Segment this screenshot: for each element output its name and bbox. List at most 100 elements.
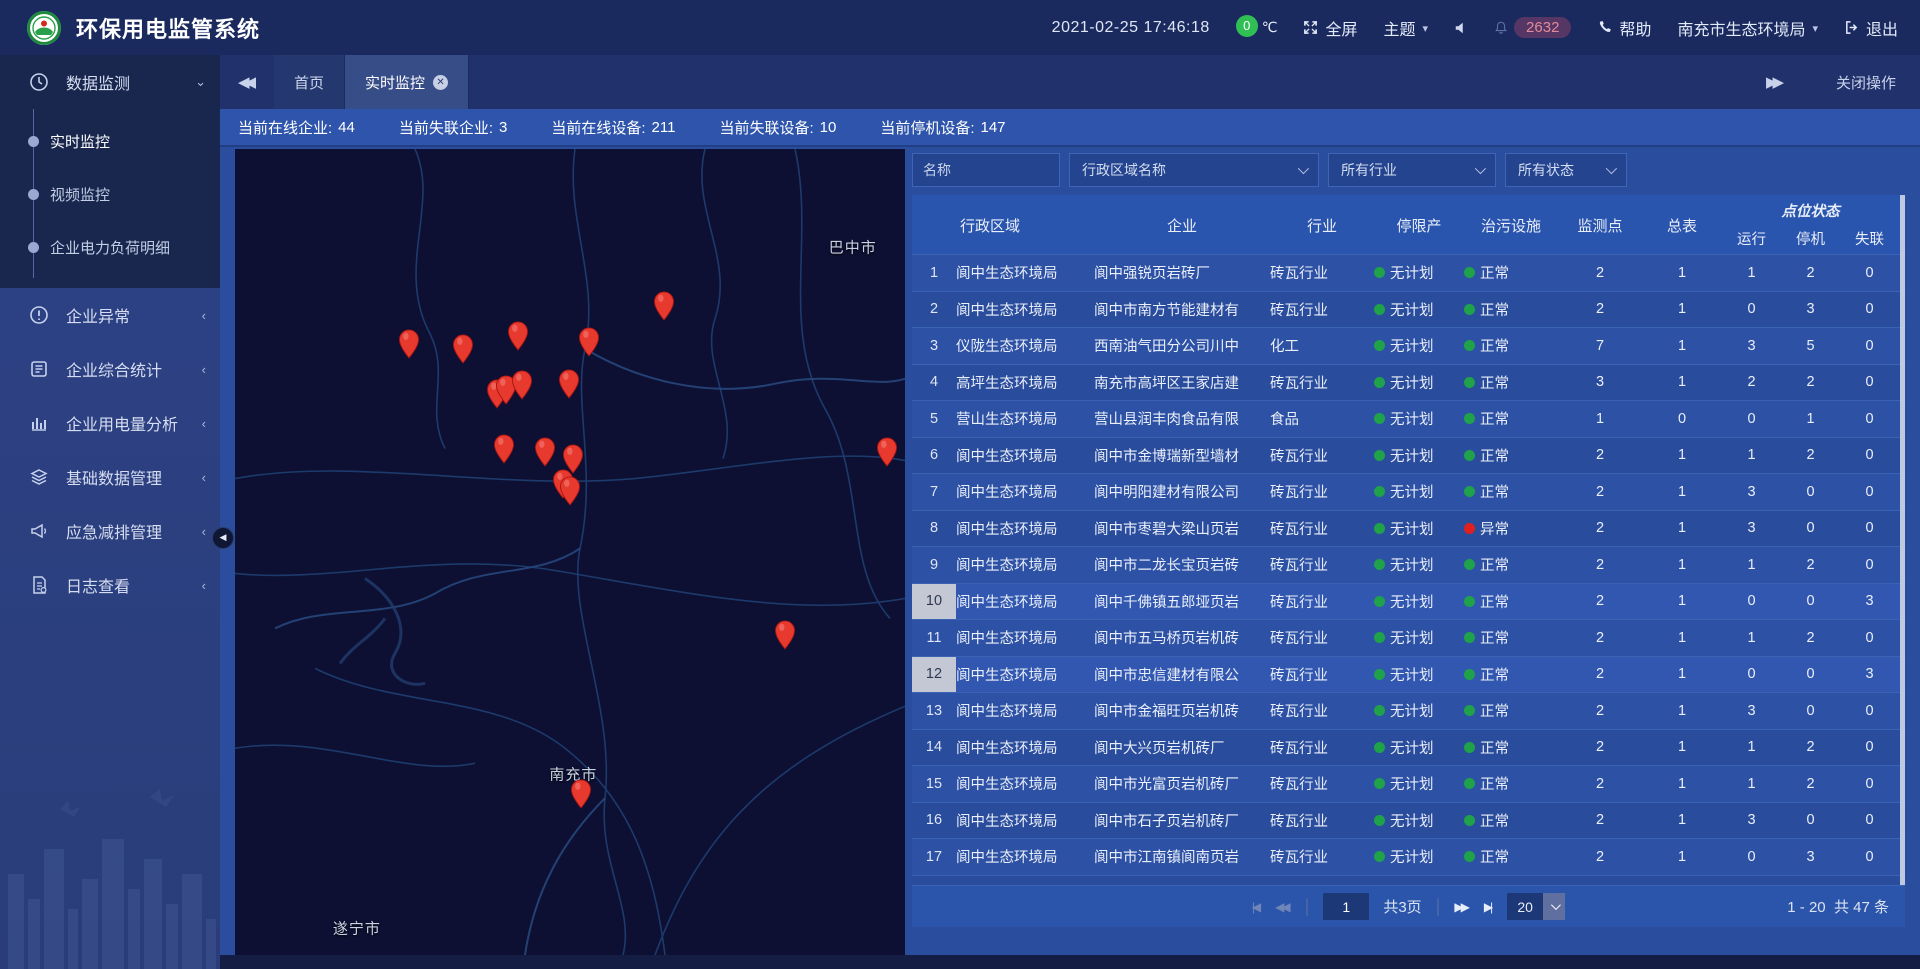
map-pin[interactable]: [570, 779, 592, 809]
map-pin[interactable]: [452, 334, 474, 364]
sidebar-item-power-analysis[interactable]: 企业用电量分析 ‹: [0, 396, 220, 450]
table-row[interactable]: 6阆中生态环境局阆中市金博瑞新型墙材砖瓦行业无计划正常21120: [912, 438, 1905, 475]
table-row[interactable]: 7阆中生态环境局阆中明阳建材有限公司砖瓦行业无计划正常21300: [912, 474, 1905, 511]
table-row[interactable]: 18南部生态环境局南部县磷化工有限公建材加工无计划正常60060: [912, 876, 1905, 886]
cell-industry: 砖瓦行业: [1270, 474, 1374, 510]
sidebar-collapse-button[interactable]: ◀: [212, 527, 234, 549]
region-filter-select[interactable]: 行政区域名称: [1069, 153, 1319, 187]
cell-treatment-status: 正常: [1464, 803, 1558, 839]
cell-stopped: 2: [1781, 438, 1840, 474]
map-pin[interactable]: [559, 476, 581, 506]
map-pin[interactable]: [876, 437, 898, 467]
row-number: 16: [912, 803, 956, 839]
table-row[interactable]: 5营山生态环境局营山县润丰肉食品有限食品无计划正常10010: [912, 401, 1905, 438]
page-size-select[interactable]: 20: [1507, 893, 1565, 920]
table-row[interactable]: 14阆中生态环境局阆中大兴页岩机砖厂砖瓦行业无计划正常21120: [912, 730, 1905, 767]
content: ◀◀ 首页 实时监控 ✕ ▶▶ 关闭操作 当前在线企业:44当前失联企业:3当前…: [220, 55, 1920, 969]
table-row[interactable]: 2阆中生态环境局阆中市南方节能建材有砖瓦行业无计划正常21030: [912, 292, 1905, 329]
table-row[interactable]: 8阆中生态环境局阆中市枣碧大梁山页岩砖瓦行业无计划异常21300: [912, 511, 1905, 548]
table-row[interactable]: 9阆中生态环境局阆中市二龙长宝页岩砖砖瓦行业无计划正常21120: [912, 547, 1905, 584]
next-page-button[interactable]: ▶▶: [1454, 900, 1469, 914]
table-row[interactable]: 15阆中生态环境局阆中市光富页岩机砖厂砖瓦行业无计划正常21120: [912, 766, 1905, 803]
tab-home[interactable]: 首页: [274, 55, 345, 109]
table-row[interactable]: 4高坪生态环境局南充市高坪区王家店建砖瓦行业无计划正常31220: [912, 365, 1905, 402]
cell-stopped: 0: [1781, 803, 1840, 839]
cell-run: 1: [1722, 620, 1781, 656]
map-pin[interactable]: [398, 329, 420, 359]
map-pin[interactable]: [511, 370, 533, 400]
industry-filter-select[interactable]: 所有行业: [1328, 153, 1496, 187]
name-filter-input[interactable]: [923, 162, 1049, 178]
status-filter-select[interactable]: 所有状态: [1505, 153, 1627, 187]
page-number-input[interactable]: 1: [1323, 893, 1369, 920]
map-pin[interactable]: [493, 434, 515, 464]
close-tab-icon[interactable]: ✕: [433, 75, 448, 90]
org-dropdown[interactable]: 南充市生态环境局▾: [1677, 16, 1818, 40]
map-pin[interactable]: [507, 321, 529, 351]
map-pin[interactable]: [534, 437, 556, 467]
sidebar-item-realtime-monitoring[interactable]: 实时监控: [0, 115, 220, 168]
cell-stop-status: 无计划: [1374, 255, 1464, 291]
help-button[interactable]: 帮助: [1597, 16, 1651, 40]
tabs-scroll-right-button[interactable]: ▶▶: [1748, 73, 1802, 91]
mute-button[interactable]: [1454, 21, 1468, 35]
table-row[interactable]: 3仪陇生态环境局西南油气田分公司川中化工无计划正常71350: [912, 328, 1905, 365]
map-pin[interactable]: [653, 291, 675, 321]
cell-industry: 砖瓦行业: [1270, 255, 1374, 291]
layers-icon: [28, 466, 50, 488]
notifications[interactable]: 2632: [1494, 17, 1571, 38]
sidebar-item-emergency-reduction[interactable]: 应急减排管理 ‹: [0, 504, 220, 558]
theme-dropdown[interactable]: 主题▾: [1384, 16, 1429, 40]
tabs-scroll-left-button[interactable]: ◀◀: [220, 55, 274, 109]
cell-meters: 1: [1642, 474, 1722, 510]
brand: 环保用电监管系统: [0, 10, 560, 46]
cell-meters: 1: [1642, 693, 1722, 729]
table-row[interactable]: 16阆中生态环境局阆中市石子页岩机砖厂砖瓦行业无计划正常21300: [912, 803, 1905, 840]
cell-run: 2: [1722, 365, 1781, 401]
tab-realtime-monitoring[interactable]: 实时监控 ✕: [345, 55, 469, 109]
table-row[interactable]: 17阆中生态环境局阆中市江南镇阆南页岩砖瓦行业无计划正常21030: [912, 839, 1905, 876]
cell-stop-status: 无计划: [1374, 657, 1464, 693]
table-row[interactable]: 12阆中生态环境局阆中市忠信建材有限公砖瓦行业无计划正常21003: [912, 657, 1905, 694]
cell-industry: 砖瓦行业: [1270, 693, 1374, 729]
table-scrollbar[interactable]: [1900, 195, 1905, 885]
map-pin[interactable]: [558, 369, 580, 399]
sidebar-item-power-load-detail[interactable]: 企业电力负荷明细: [0, 221, 220, 274]
map-pin[interactable]: [774, 620, 796, 650]
last-page-button[interactable]: ▶|: [1484, 900, 1493, 914]
logout-button[interactable]: 退出: [1844, 16, 1898, 40]
cell-lost: 0: [1840, 401, 1899, 437]
sidebar-item-enterprise-statistics[interactable]: 企业综合统计 ‹: [0, 342, 220, 396]
table-row[interactable]: 13阆中生态环境局阆中市金福旺页岩机砖砖瓦行业无计划正常21300: [912, 693, 1905, 730]
table-row[interactable]: 10阆中生态环境局阆中千佛镇五郎垭页岩砖瓦行业无计划正常21003: [912, 584, 1905, 621]
bullet-icon: [28, 189, 39, 200]
map-panel[interactable]: 巴中市南充市遂宁市: [235, 149, 905, 955]
sidebar-item-enterprise-abnormal[interactable]: 企业异常 ‹: [0, 288, 220, 342]
name-filter-field[interactable]: [912, 153, 1060, 187]
cell-stop-status: 无计划: [1374, 584, 1464, 620]
cell-meters: 1: [1642, 730, 1722, 766]
table-row[interactable]: 1阆中生态环境局阆中强锐页岩砖厂砖瓦行业无计划正常21120: [912, 255, 1905, 292]
table-row[interactable]: 11阆中生态环境局阆中市五马桥页岩机砖砖瓦行业无计划正常21120: [912, 620, 1905, 657]
header-right: 2021-02-25 17:46:18 0 ℃ 全屏 主题▾: [1052, 16, 1920, 40]
cell-points: 2: [1558, 839, 1642, 875]
cell-region: 阆中生态环境局: [956, 584, 1094, 620]
cell-treatment-status: 正常: [1464, 584, 1558, 620]
first-page-button[interactable]: |◀: [1252, 900, 1261, 914]
cell-meters: 1: [1642, 438, 1722, 474]
main: ◀: [220, 147, 1920, 955]
status-dot-icon: [1374, 377, 1385, 388]
map-pin[interactable]: [578, 327, 600, 357]
cell-company: 阆中市石子页岩机砖厂: [1094, 803, 1270, 839]
fullscreen-button[interactable]: 全屏: [1303, 16, 1357, 40]
cell-run: 0: [1722, 876, 1781, 886]
status-dot-icon: [1374, 742, 1385, 753]
sidebar-item-base-data[interactable]: 基础数据管理 ‹: [0, 450, 220, 504]
sidebar-item-data-monitoring[interactable]: 数据监测 ⌄: [0, 55, 220, 109]
sidebar-item-video-monitoring[interactable]: 视频监控: [0, 168, 220, 221]
close-operations-button[interactable]: 关闭操作: [1836, 72, 1896, 93]
prev-page-button[interactable]: ◀◀: [1275, 900, 1290, 914]
chevron-left-icon: ‹: [202, 524, 206, 539]
cell-stop-status: 无计划: [1374, 766, 1464, 802]
sidebar-item-log-view[interactable]: 日志查看 ‹: [0, 558, 220, 612]
